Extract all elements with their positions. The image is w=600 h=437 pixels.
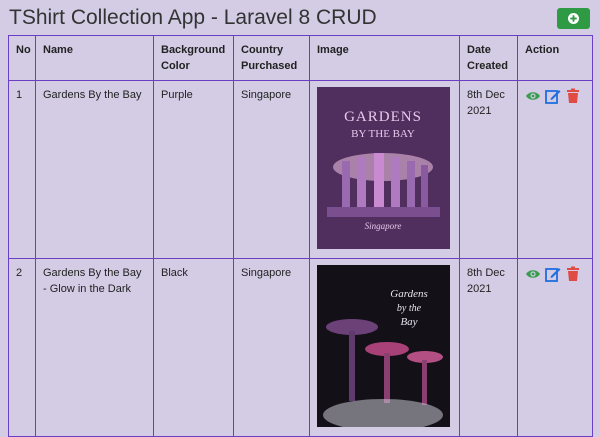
cell-action xyxy=(517,80,593,259)
tshirt-image[interactable]: GARDENS BY THE BAY Singapore xyxy=(317,87,450,249)
table-row: 2 Gardens By the Bay - Glow in the Dark … xyxy=(8,258,593,437)
svg-text:by the: by the xyxy=(397,303,422,314)
cell-country: Singapore xyxy=(233,258,310,437)
header: TShirt Collection App - Laravel 8 CRUD xyxy=(0,0,600,36)
cell-action xyxy=(517,258,593,437)
header-action: Action xyxy=(517,35,593,81)
cell-name: Gardens By the Bay - Glow in the Dark xyxy=(35,258,154,437)
tshirt-image[interactable]: Gardens by the Bay xyxy=(317,265,450,427)
tshirt-table: No Name Background Color Country Purchas… xyxy=(8,35,593,437)
eye-icon[interactable] xyxy=(525,266,541,282)
page-title: TShirt Collection App - Laravel 8 CRUD xyxy=(9,6,377,29)
svg-text:Singapore: Singapore xyxy=(365,221,402,231)
header-country-purchased: Country Purchased xyxy=(233,35,310,81)
cell-date-created: 8th Dec 2021 xyxy=(459,258,518,437)
header-image: Image xyxy=(309,35,460,81)
header-no: No xyxy=(8,35,36,81)
svg-text:BY THE BAY: BY THE BAY xyxy=(351,128,415,140)
header-name: Name xyxy=(35,35,154,81)
add-tshirt-button[interactable] xyxy=(557,8,590,29)
trash-icon[interactable] xyxy=(565,88,581,104)
edit-icon[interactable] xyxy=(545,88,561,104)
cell-name: Gardens By the Bay xyxy=(35,80,154,259)
cell-date-created: 8th Dec 2021 xyxy=(459,80,518,259)
cell-country: Singapore xyxy=(233,80,310,259)
edit-icon[interactable] xyxy=(545,266,561,282)
header-background-color: Background Color xyxy=(153,35,234,81)
cell-background-color: Purple xyxy=(153,80,234,259)
cell-image: GARDENS BY THE BAY Singapore xyxy=(309,80,460,259)
eye-icon[interactable] xyxy=(525,88,541,104)
table-row: 1 Gardens By the Bay Purple Singapore GA… xyxy=(8,80,593,259)
cell-no: 1 xyxy=(8,80,36,259)
trash-icon[interactable] xyxy=(565,266,581,282)
cell-image: Gardens by the Bay xyxy=(309,258,460,437)
svg-text:Gardens: Gardens xyxy=(390,288,427,300)
svg-text:GARDENS: GARDENS xyxy=(344,109,422,125)
header-date-created: Date Created xyxy=(459,35,518,81)
svg-text:Bay: Bay xyxy=(400,316,417,328)
plus-circle-icon xyxy=(568,13,579,24)
cell-background-color: Black xyxy=(153,258,234,437)
cell-no: 2 xyxy=(8,258,36,437)
table-header-row: No Name Background Color Country Purchas… xyxy=(8,35,593,81)
